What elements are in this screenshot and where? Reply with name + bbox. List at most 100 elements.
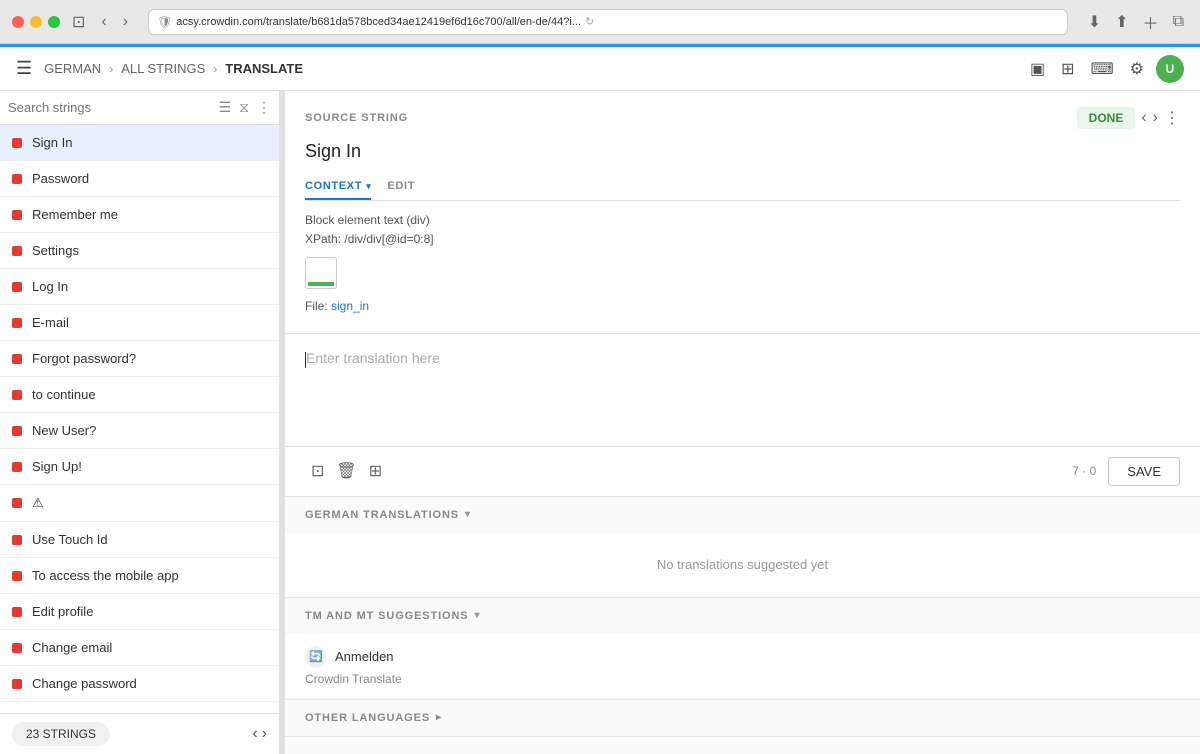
status-dot (12, 282, 22, 292)
list-item-label: To access the mobile app (32, 568, 179, 583)
suggestions-area: GERMAN TRANSLATIONS ▾ No translations su… (285, 497, 1200, 754)
download-icon[interactable]: ⬇ (1084, 8, 1105, 36)
translation-toolbar: ⊡ 🗑 ⊞ 7 · 0 SAVE (285, 447, 1200, 497)
list-item[interactable]: Forgot password? (0, 341, 279, 377)
list-item[interactable]: E-mail (0, 305, 279, 341)
list-item[interactable]: Password (0, 161, 279, 197)
tm-suggestions-label: TM AND MT SUGGESTIONS (305, 610, 469, 622)
share-icon[interactable]: ⬆ (1111, 8, 1132, 36)
file-text: File: sign_in (305, 297, 1180, 316)
more-options-button[interactable]: ⋮ (1164, 108, 1180, 128)
status-dot (12, 535, 22, 545)
breadcrumb-translate[interactable]: TRANSLATE (225, 61, 303, 76)
avatar[interactable]: U (1156, 55, 1184, 83)
list-item[interactable]: To access the mobile app (0, 558, 279, 594)
list-item[interactable]: Sign Up! (0, 449, 279, 485)
new-tab-icon[interactable]: ＋ (1139, 8, 1163, 36)
xpath-value: /div/div[@id=0:8] (344, 232, 433, 246)
tm-suggestions-header[interactable]: TM AND MT SUGGESTIONS ▾ (285, 598, 1200, 634)
address-bar[interactable]: 🛡 acsy.crowdin.com/translate/b681da578bc… (148, 9, 1068, 35)
translation-input-wrapper (305, 350, 1180, 430)
forward-button[interactable]: › (119, 11, 132, 33)
file-link[interactable]: sign_in (331, 299, 369, 313)
keyboard-icon[interactable]: ⌨ (1087, 55, 1118, 83)
list-item-label: Change password (32, 676, 137, 691)
close-button[interactable] (12, 16, 24, 28)
source-string-header: SOURCE STRING DONE ‹ › ⋮ (305, 107, 1180, 129)
list-item-label: Sign Up! (32, 459, 82, 474)
filter-icon[interactable]: ⧖ (239, 99, 249, 116)
breadcrumb-sep-2: › (213, 62, 217, 76)
other-languages-header-content: OTHER LANGUAGES ▸ (305, 712, 442, 724)
breadcrumb-german[interactable]: GERMAN (44, 61, 101, 76)
status-dot (12, 246, 22, 256)
back-button[interactable]: ‹ (97, 11, 110, 33)
other-languages-header[interactable]: OTHER LANGUAGES ▸ (285, 700, 1200, 736)
list-item[interactable]: Log In (0, 269, 279, 305)
list-item[interactable]: Remember me (0, 197, 279, 233)
tab-context-label: CONTEXT (305, 180, 362, 192)
list-item-label: E-mail (32, 315, 69, 330)
list-item-label: to continue (32, 387, 96, 402)
breadcrumb-all-strings[interactable]: ALL STRINGS (121, 61, 205, 76)
list-item-label: New User? (32, 423, 96, 438)
list-item[interactable]: Sign In (0, 125, 279, 161)
list-item[interactable]: Edit profile (0, 594, 279, 630)
bottom-bar: 23 STRINGS ‹ › (0, 713, 279, 754)
source-string-section: SOURCE STRING DONE ‹ › ⋮ Sign In CONTEXT… (285, 91, 1200, 334)
search-input[interactable] (8, 100, 211, 115)
list-item[interactable]: Change password (0, 666, 279, 702)
sidebar-toggle-button[interactable]: ⊡ (68, 10, 89, 34)
tab-edit[interactable]: EDIT (387, 174, 415, 200)
list-item[interactable]: to continue (0, 377, 279, 413)
list-item[interactable]: Notifications (0, 702, 279, 713)
breadcrumb-sep-1: › (109, 62, 113, 76)
list-item[interactable]: New User? (0, 413, 279, 449)
traffic-lights (12, 16, 60, 28)
tm-suggestions-section: TM AND MT SUGGESTIONS ▾ 🔄 Anmelden Crowd… (285, 598, 1200, 700)
strings-count-button[interactable]: 23 STRINGS (12, 722, 110, 746)
layout-single-icon[interactable]: ▣ (1026, 55, 1049, 83)
list-item-label: Use Touch Id (32, 532, 108, 547)
prev-nav-button[interactable]: ‹ (1141, 109, 1146, 127)
layout-split-icon[interactable]: ⊞ (1057, 55, 1078, 83)
menu-button[interactable]: ☰ (16, 58, 32, 79)
reload-icon[interactable]: ↻ (585, 15, 594, 28)
fullscreen-button[interactable] (48, 16, 60, 28)
settings-icon[interactable]: ⚙ (1126, 55, 1148, 83)
top-nav: ☰ GERMAN › ALL STRINGS › TRANSLATE ▣ ⊞ ⌨… (0, 47, 1200, 91)
copy-source-button[interactable]: ⊡ (305, 457, 330, 485)
next-string-button[interactable]: › (262, 725, 267, 743)
list-item-label: Settings (32, 243, 79, 258)
status-dot (12, 174, 22, 184)
suggestion-item[interactable]: 🔄 Anmelden Crowdin Translate (285, 634, 1200, 699)
sort-icon[interactable]: ⋮ (257, 99, 271, 116)
list-item[interactable]: Settings (0, 233, 279, 269)
save-button[interactable]: SAVE (1108, 457, 1180, 486)
suggestion-source: Crowdin Translate (305, 672, 1180, 686)
status-dot (12, 318, 22, 328)
split-view-icon[interactable]: ⧉ (1169, 8, 1188, 36)
list-item-label: Change email (32, 640, 112, 655)
source-string-label: SOURCE STRING (305, 112, 408, 124)
status-dot (12, 643, 22, 653)
translation-input[interactable] (306, 350, 1180, 430)
list-item[interactable]: Change email (0, 630, 279, 666)
next-nav-button[interactable]: › (1153, 109, 1158, 127)
no-translations-text: No translations suggested yet (285, 533, 1200, 596)
clear-translation-button[interactable]: 🗑 (330, 457, 362, 485)
tab-context[interactable]: CONTEXT ▾ (305, 174, 371, 200)
app: ☰ GERMAN › ALL STRINGS › TRANSLATE ▣ ⊞ ⌨… (0, 44, 1200, 754)
list-item-label: Password (32, 171, 89, 186)
minimize-button[interactable] (30, 16, 42, 28)
list-item[interactable]: Use Touch Id (0, 522, 279, 558)
list-view-icon[interactable]: ☰ (219, 99, 232, 116)
suggestion-icon: 🔄 (305, 646, 327, 668)
nav-arrows: ‹ › (252, 725, 267, 743)
block-element-text: Block element text (div) (305, 211, 1180, 230)
done-button[interactable]: DONE (1077, 107, 1136, 129)
german-translations-header[interactable]: GERMAN TRANSLATIONS ▾ (285, 497, 1200, 533)
special-chars-button[interactable]: ⊞ (363, 457, 388, 485)
list-item[interactable]: ⚠ (0, 485, 279, 522)
prev-string-button[interactable]: ‹ (252, 725, 257, 743)
